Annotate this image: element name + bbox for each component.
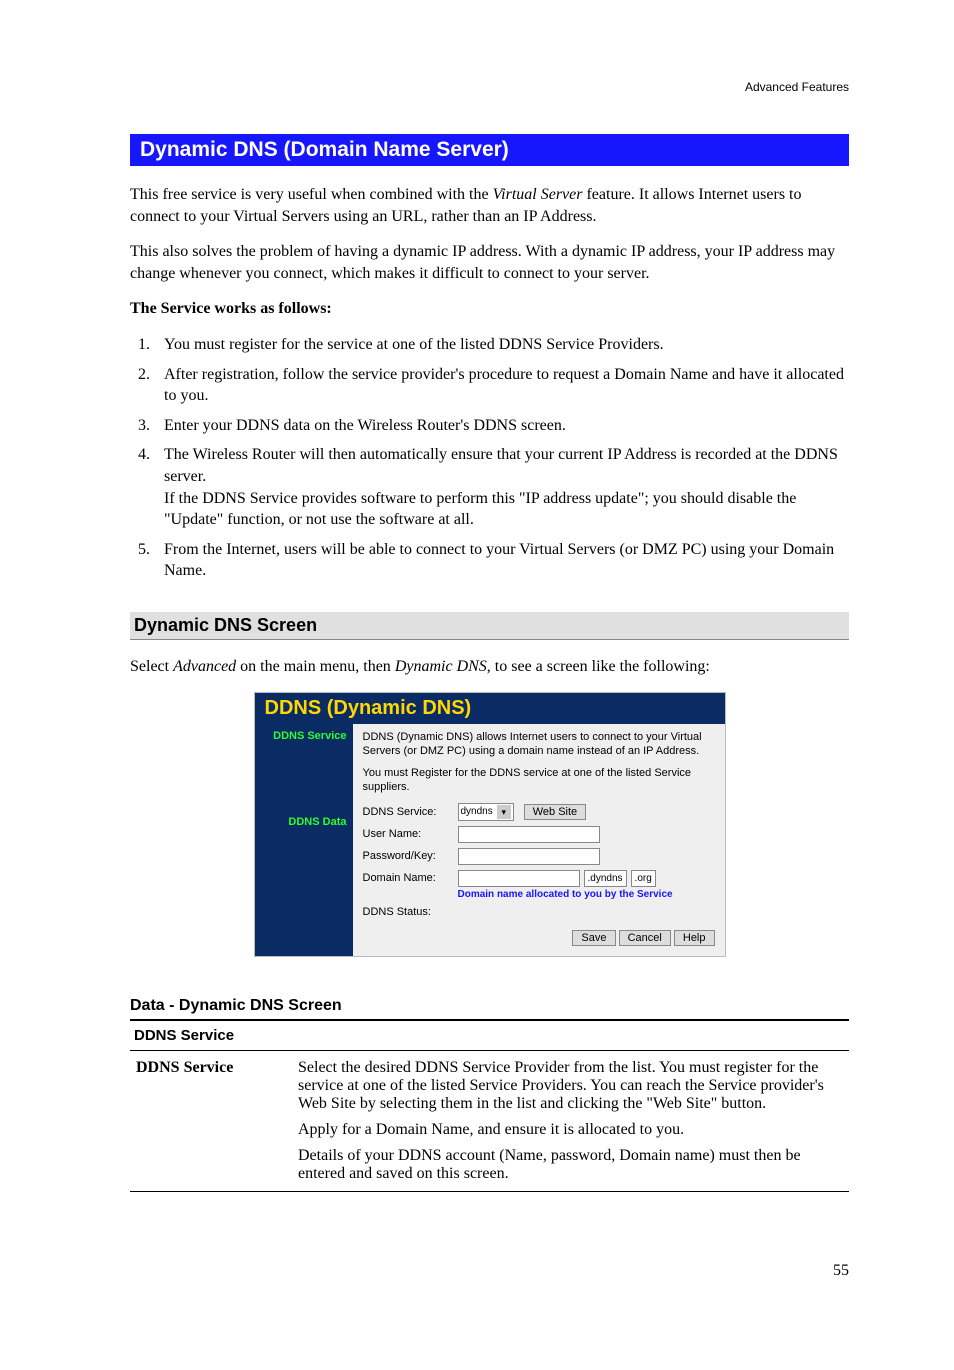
page-number: 55 [130, 1262, 849, 1280]
website-button[interactable]: Web Site [524, 804, 586, 820]
panel-title: DDNS (Dynamic DNS) [255, 693, 725, 724]
text-emphasis: Virtual Server [493, 186, 583, 203]
help-button[interactable]: Help [674, 930, 715, 946]
domain-part-b: .org [631, 870, 656, 887]
text: Select the desired DDNS Service Provider… [298, 1059, 843, 1113]
data-table-heading: Data - Dynamic DNS Screen [130, 997, 849, 1015]
label-username: User Name: [363, 828, 458, 840]
password-input[interactable] [458, 848, 600, 865]
text: , to see a screen like the following: [487, 658, 710, 675]
list-item: From the Internet, users will be able to… [154, 539, 849, 582]
text: This free service is very useful when co… [130, 186, 493, 203]
table-section-header: DDNS Service [130, 1020, 849, 1051]
text: Apply for a Domain Name, and ensure it i… [298, 1121, 843, 1139]
works-heading: The Service works as follows: [130, 298, 849, 320]
domain-hint: Domain name allocated to you by the Serv… [458, 889, 715, 900]
ddns-service-select[interactable]: dyndns ▾ [458, 803, 514, 821]
domain-input[interactable] [458, 870, 580, 887]
text-emphasis: Advanced [173, 658, 236, 675]
panel-description-1: DDNS (Dynamic DNS) allows Internet users… [363, 730, 715, 759]
list-item: You must register for the service at one… [154, 334, 849, 356]
text: Select [130, 658, 173, 675]
label-domain: Domain Name: [363, 872, 458, 884]
ddns-config-panel: DDNS (Dynamic DNS) DDNS Service DDNS Dat… [254, 692, 726, 957]
label-service: DDNS Service: [363, 806, 458, 818]
list-item: The Wireless Router will then automatica… [154, 444, 849, 530]
table-row-key: DDNS Service [130, 1050, 292, 1191]
text: Details of your DDNS account (Name, pass… [298, 1147, 843, 1183]
page-header: Advanced Features [130, 80, 849, 94]
list-item: After registration, follow the service p… [154, 364, 849, 407]
side-label-data: DDNS Data [255, 816, 347, 828]
intro-paragraph-2: This also solves the problem of having a… [130, 241, 849, 284]
nav-instruction: Select Advanced on the main menu, then D… [130, 656, 849, 678]
text-emphasis: Dynamic DNS [395, 658, 487, 675]
username-input[interactable] [458, 826, 600, 843]
label-status: DDNS Status: [363, 906, 458, 918]
text: on the main menu, then [236, 658, 395, 675]
section-heading: Dynamic DNS Screen [130, 612, 849, 640]
table-row-value: Select the desired DDNS Service Provider… [292, 1050, 849, 1191]
intro-paragraph-1: This free service is very useful when co… [130, 184, 849, 227]
page-title: Dynamic DNS (Domain Name Server) [130, 134, 849, 166]
select-value: dyndns [461, 806, 493, 817]
panel-description-2: You must Register for the DDNS service a… [363, 766, 715, 795]
data-table: DDNS Service DDNS Service Select the des… [130, 1019, 849, 1192]
domain-part-a: .dyndns [584, 870, 627, 887]
label-password: Password/Key: [363, 850, 458, 862]
steps-list: You must register for the service at one… [130, 334, 849, 582]
save-button[interactable]: Save [572, 930, 615, 946]
list-item: Enter your DDNS data on the Wireless Rou… [154, 415, 849, 437]
cancel-button[interactable]: Cancel [619, 930, 671, 946]
side-label-service: DDNS Service [255, 730, 347, 742]
chevron-down-icon: ▾ [497, 805, 511, 819]
